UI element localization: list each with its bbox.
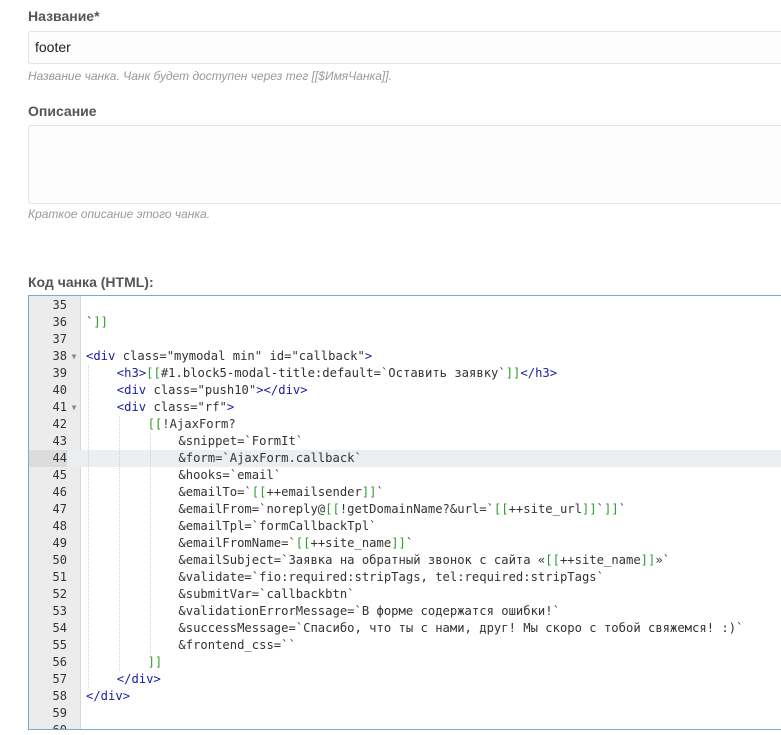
line-number: 51 <box>52 570 67 584</box>
code-text: [[!AjaxForm? <box>147 417 236 431</box>
code-line: 40 <div class="push10"></div> <box>29 382 781 399</box>
code-line: 59 <box>29 705 781 722</box>
line-number: 38 <box>52 349 67 363</box>
line-number: 37 <box>52 332 67 346</box>
name-input[interactable]: footer <box>28 31 781 64</box>
code-line: 36 `]] <box>29 314 781 331</box>
code-line: 42 [[!AjaxForm? <box>29 416 781 433</box>
code-text: &form=`AjaxForm.callback` <box>178 451 362 465</box>
line-number: 35 <box>52 298 67 312</box>
line-number: 58 <box>52 689 67 703</box>
code-editor[interactable]: 35 36 `]] 37 38 ▼ <div class="mymodal min" id=… <box>28 295 781 730</box>
line-number: 47 <box>52 502 67 516</box>
code-line: 51 &validate=`fio:required:stripTags, tel… <box>29 569 781 586</box>
code-label: Код чанка (HTML): <box>28 274 154 290</box>
code-text: `]] <box>86 315 109 329</box>
code-text: &frontend_css=`` <box>178 638 296 652</box>
description-hint: Краткое описание этого чанка. <box>28 207 211 221</box>
required-mark: * <box>94 8 100 24</box>
line-number: 53 <box>52 604 67 618</box>
code-text: <h3>[[#1.block5-modal-title:default=`Ост… <box>116 366 558 380</box>
code-line: 41 ▼ <div class="rf"> <box>29 399 781 416</box>
code-line: 48 &emailTpl=`formCallbackTpl` <box>29 518 781 535</box>
code-text: &snippet=`FormIt` <box>178 434 304 448</box>
code-line: 56]] <box>29 654 781 671</box>
line-number: 44 <box>29 450 67 467</box>
line-number: 54 <box>52 621 67 635</box>
code-text: &validationErrorMessage=`В форме содержа… <box>178 604 560 618</box>
code-text: &emailFrom=`noreply@[[!getDomainName?&ur… <box>178 502 627 516</box>
code-line: 37 <box>29 331 781 348</box>
description-textarea[interactable] <box>28 125 781 204</box>
code-line: 43 &snippet=`FormIt` <box>29 433 781 450</box>
line-number: 43 <box>52 434 67 448</box>
code-text: &emailSubject=`Заявка на обратный звонок… <box>178 553 671 567</box>
code-text: ]] <box>147 655 163 669</box>
indent-guide <box>118 416 120 671</box>
line-number: 49 <box>52 536 67 550</box>
line-number: 48 <box>52 519 67 533</box>
code-text: &validate=`fio:required:stripTags, tel:r… <box>178 570 604 584</box>
code-line: 47 &emailFrom=`noreply@[[!getDomainName?&… <box>29 501 781 518</box>
code-text: &emailFromName=`[[++site_name]]` <box>178 536 414 550</box>
code-text: </div> <box>116 672 161 686</box>
line-number: 56 <box>52 655 67 669</box>
code-text: </div> <box>86 689 131 703</box>
line-number: 55 <box>52 638 67 652</box>
line-number: 45 <box>52 468 67 482</box>
code-line: 57 </div> <box>29 671 781 688</box>
code-text: &emailTo=`[[++emailsender]]` <box>178 485 384 499</box>
name-label: Название* <box>28 8 100 24</box>
code-text: <div class="mymodal min" id="callback"> <box>86 349 373 363</box>
code-text: <div class="rf"> <box>116 400 235 414</box>
code-lines: 35 36 `]] 37 38 ▼ <div class="mymodal min" id=… <box>29 296 781 730</box>
line-number: 57 <box>52 672 67 686</box>
fold-arrow-icon[interactable]: ▼ <box>69 348 79 365</box>
code-text: &emailTpl=`formCallbackTpl` <box>178 519 377 533</box>
line-number: 40 <box>52 383 67 397</box>
line-number: 36 <box>52 315 67 329</box>
line-number: 60 <box>52 723 67 730</box>
code-text: &hooks=`email` <box>178 468 282 482</box>
line-number: 42 <box>52 417 67 431</box>
code-line: 58 </div> <box>29 688 781 705</box>
line-number: 41 <box>52 400 67 414</box>
description-label: Описание <box>28 103 97 119</box>
indent-guide <box>88 365 89 688</box>
name-hint: Название чанка. Чанк будет доступен чере… <box>28 69 392 83</box>
fold-arrow-icon[interactable]: ▼ <box>69 399 79 416</box>
code-line: 35 <box>29 297 781 314</box>
code-line: 38 ▼ <div class="mymodal min" id="callback… <box>29 348 781 365</box>
code-line: 44 &form=`AjaxForm.callback` <box>29 450 781 467</box>
line-number: 39 <box>52 366 67 380</box>
indent-guide <box>149 433 151 654</box>
code-text: &submitVar=`callbackbtn` <box>178 587 355 601</box>
code-line: 54 &successMessage=`Спасибо, что ты с нам… <box>29 620 781 637</box>
code-line: 50 &emailSubject=`Заявка на обратный звон… <box>29 552 781 569</box>
code-line: 46 &emailTo=`[[++emailsender]]` <box>29 484 781 501</box>
code-line: 45 &hooks=`email` <box>29 467 781 484</box>
code-line: 60 <box>29 722 781 730</box>
code-text: <div class="push10"></div> <box>116 383 308 397</box>
code-text: &successMessage=`Спасибо, что ты с нами,… <box>178 621 744 635</box>
line-number: 46 <box>52 485 67 499</box>
line-number: 50 <box>52 553 67 567</box>
line-number: 52 <box>52 587 67 601</box>
code-line: 39 <h3>[[#1.block5-modal-title:default=`О… <box>29 365 781 382</box>
line-number: 59 <box>52 706 67 720</box>
code-line: 49 &emailFromName=`[[++site_name]]` <box>29 535 781 552</box>
code-line: 53 &validationErrorMessage=`В форме содер… <box>29 603 781 620</box>
code-line: 55 &frontend_css=`` <box>29 637 781 654</box>
code-line: 52 &submitVar=`callbackbtn` <box>29 586 781 603</box>
